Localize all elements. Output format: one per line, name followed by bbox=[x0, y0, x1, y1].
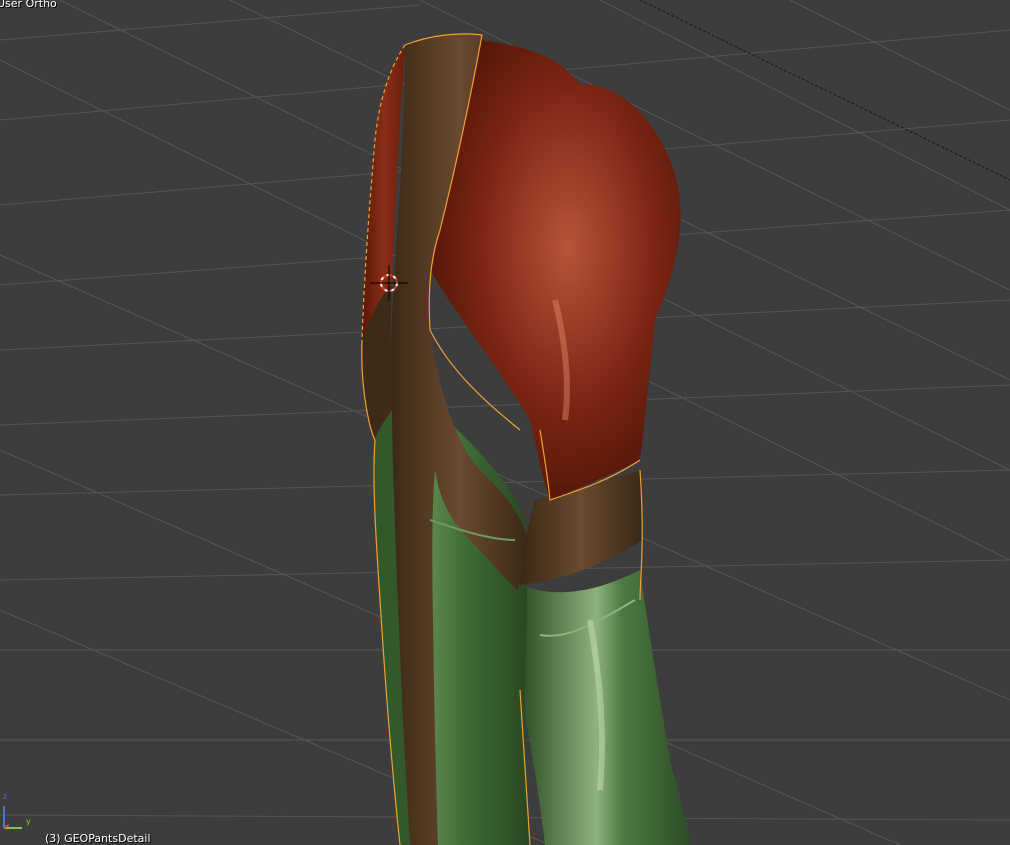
camera-frustum-line bbox=[639, 0, 1010, 181]
viewport-canvas[interactable] bbox=[0, 0, 1010, 845]
object-label: (3) GEOPantsDetail bbox=[45, 832, 151, 845]
z-axis-label: z bbox=[3, 792, 8, 801]
3d-viewport[interactable]: User Ortho z y (3) GEOPantsDetail bbox=[0, 0, 1010, 845]
right-leg-green-panel bbox=[520, 570, 690, 845]
pants-model[interactable] bbox=[361, 33, 690, 845]
view-label: User Ortho bbox=[0, 0, 57, 10]
y-axis-label: y bbox=[26, 817, 31, 826]
axis-gizmo: z y bbox=[0, 792, 40, 837]
